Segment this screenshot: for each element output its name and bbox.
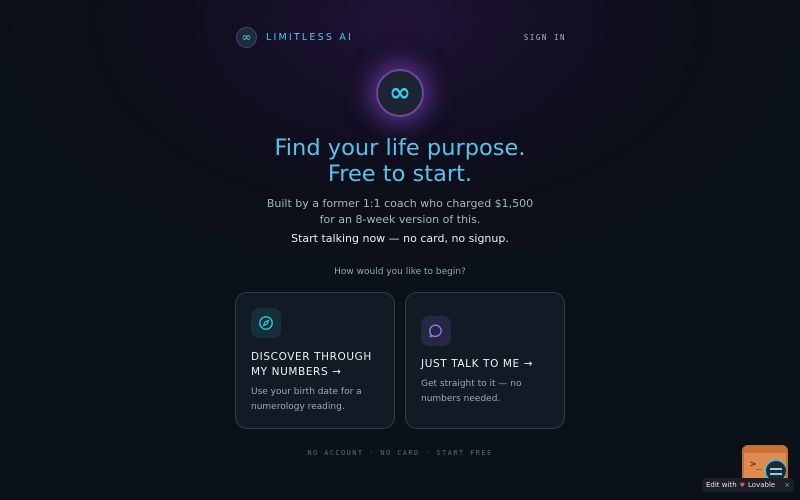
badge-prefix: Edit with (706, 481, 737, 489)
just-talk-card[interactable]: JUST TALK TO ME → Get straight to it — n… (405, 292, 565, 429)
brand[interactable]: ∞ LIMITLESS AI (236, 26, 353, 48)
heart-icon: ♥ (739, 481, 746, 489)
discover-numbers-card[interactable]: DISCOVER THROUGH MY NUMBERS → Use your b… (235, 292, 395, 429)
title-line-1: Find your life purpose. (274, 135, 526, 161)
card-title: DISCOVER THROUGH MY NUMBERS → (251, 351, 372, 378)
edit-with-lovable-badge[interactable]: Edit with ♥ Lovable × (702, 478, 794, 492)
card-description: Use your birth date for a numerology rea… (251, 387, 362, 412)
title-line-2: Free to start. (327, 161, 473, 187)
brand-name: LIMITLESS AI (266, 31, 353, 43)
footer-note: NO ACCOUNT · NO CARD · START FREE (307, 449, 493, 457)
badge-brand: Lovable (748, 481, 776, 489)
close-icon[interactable]: × (784, 481, 790, 489)
compass-icon (251, 308, 281, 338)
widget-titlebar (744, 447, 786, 453)
top-nav: ∞ LIMITLESS AI SIGN IN (236, 26, 566, 48)
subtitle: Built by a former 1:1 coach who charged … (266, 197, 534, 226)
page-title: Find your life purpose. Free to start. (0, 135, 800, 187)
sign-in-link[interactable]: SIGN IN (524, 33, 566, 42)
infinity-icon: ∞ (376, 69, 424, 117)
chat-bubble-icon (421, 316, 451, 346)
hero-logo: ∞ (376, 69, 424, 117)
cta-note: Start talking now — no card, no signup. (291, 232, 509, 245)
card-description: Get straight to it — no numbers needed. (421, 379, 522, 404)
terminal-icon: >_ (750, 459, 763, 470)
begin-prompt: How would you like to begin? (334, 267, 466, 277)
card-title: JUST TALK TO ME → (421, 358, 534, 370)
infinity-icon: ∞ (236, 26, 257, 48)
